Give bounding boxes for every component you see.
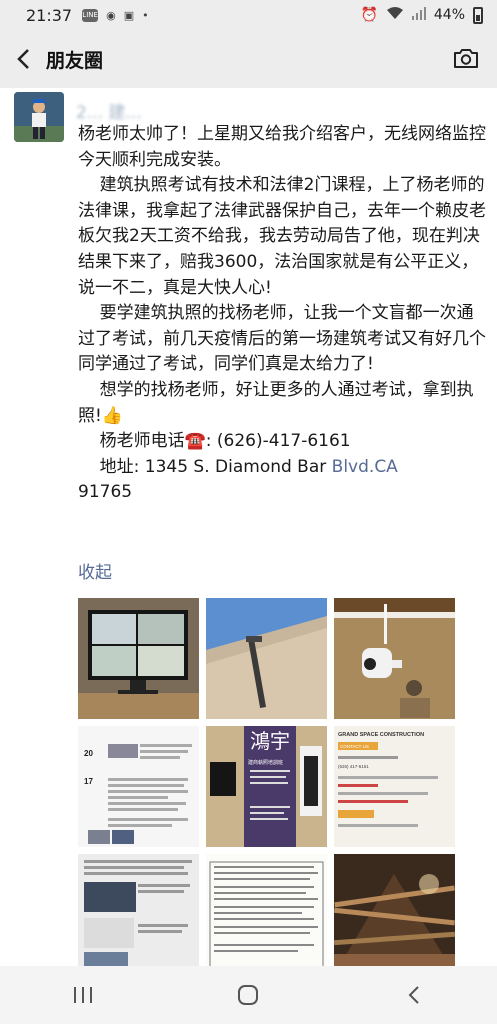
- monitor-cctv-photo[interactable]: [78, 598, 199, 719]
- system-back-button[interactable]: [384, 975, 444, 1015]
- home-button[interactable]: [218, 975, 278, 1015]
- card-contact: CONTACT US: [340, 744, 369, 749]
- wechat-notification-icon: ◉: [106, 8, 116, 22]
- recent-apps-icon: [73, 987, 92, 1003]
- address-zip: 91765: [78, 482, 133, 503]
- chevron-left-icon: [17, 49, 29, 69]
- address-line: 地址: 1345 S. Diamond Bar Blvd.CA: [78, 455, 488, 481]
- recent-apps-button[interactable]: [53, 975, 113, 1015]
- battery-percent: 44%: [433, 7, 465, 23]
- post-paragraph: 建筑执照考试有技术和法律2门课程，上了杨老师的法律课，我拿起了法律武器保护自己，…: [78, 175, 486, 298]
- post-paragraph: 想学的找杨老师，好让更多的人通过考试，拿到执照!👍: [78, 379, 474, 426]
- business-card-photo[interactable]: GRAND SPACE CONSTRUCTION CONTACT US (626…: [334, 726, 455, 847]
- post-content: 杨老师太帅了！上星期又给我介绍客户，无线网络监控今天顺利完成安装。 建筑执照考试…: [78, 122, 488, 506]
- paper-documents-photo[interactable]: [78, 854, 199, 975]
- banner-subtitle: 建商執照培訓班: [248, 759, 283, 766]
- avatar[interactable]: [14, 92, 64, 142]
- signal-icon: [411, 6, 426, 24]
- security-camera-photo[interactable]: [334, 598, 455, 719]
- alarm-icon: ⏰: [360, 7, 378, 23]
- roof-gutter-photo[interactable]: [206, 598, 327, 719]
- back-button[interactable]: [0, 30, 46, 88]
- post-paragraph: 杨老师太帅了！上星期又给我介绍客户，无线网络监控今天顺利完成安装。: [78, 124, 486, 170]
- address-text: 地址: 1345 S. Diamond Bar: [78, 456, 332, 477]
- author-name[interactable]: 2... 建...: [76, 98, 142, 123]
- line-notification-icon: LINE: [82, 8, 99, 22]
- android-nav-bar: [0, 966, 497, 1024]
- wifi-icon: [386, 6, 404, 24]
- attic-beams-photo[interactable]: [334, 854, 455, 975]
- exam-document-photo[interactable]: [206, 854, 327, 975]
- chat-screenshot-photo[interactable]: 20 17: [78, 726, 199, 847]
- more-notifications-icon: •: [142, 8, 149, 22]
- photo-grid: 20 17 鴻宇 建商執照培訓班 GRAND SPACE CONSTRUCTIO…: [78, 598, 456, 975]
- image-notification-icon: ▣: [123, 8, 135, 22]
- camera-button[interactable]: [453, 47, 479, 69]
- status-bar: 21:37 LINE ◉ ▣ • ⏰ 44%: [0, 0, 497, 30]
- nav-bar: 朋友圈: [0, 30, 497, 88]
- collapse-link[interactable]: 收起: [78, 558, 112, 583]
- post-paragraph: 要学建筑执照的找杨老师，让我一个文盲都一次通过了考试，前几天疫情后的第一场建筑考…: [78, 303, 486, 375]
- page-title: 朋友圈: [46, 49, 104, 72]
- battery-icon: [473, 6, 483, 24]
- phone-line: 杨老师电话☎️: (626)-417-6161: [78, 431, 351, 452]
- address-link[interactable]: Blvd.CA: [332, 457, 398, 477]
- school-banner-photo[interactable]: 鴻宇 建商執照培訓班: [206, 726, 327, 847]
- card-phone: (626) 417-6161: [338, 764, 369, 769]
- card-title: GRAND SPACE CONSTRUCTION: [338, 732, 424, 738]
- chat-date-1: 20: [84, 749, 93, 758]
- banner-chars: 鴻宇: [250, 729, 290, 753]
- chat-date-2: 17: [84, 777, 93, 786]
- home-icon: [238, 985, 259, 1005]
- camera-icon: [454, 49, 478, 68]
- status-time: 21:37: [26, 5, 73, 25]
- back-arrow-icon: [408, 986, 419, 1004]
